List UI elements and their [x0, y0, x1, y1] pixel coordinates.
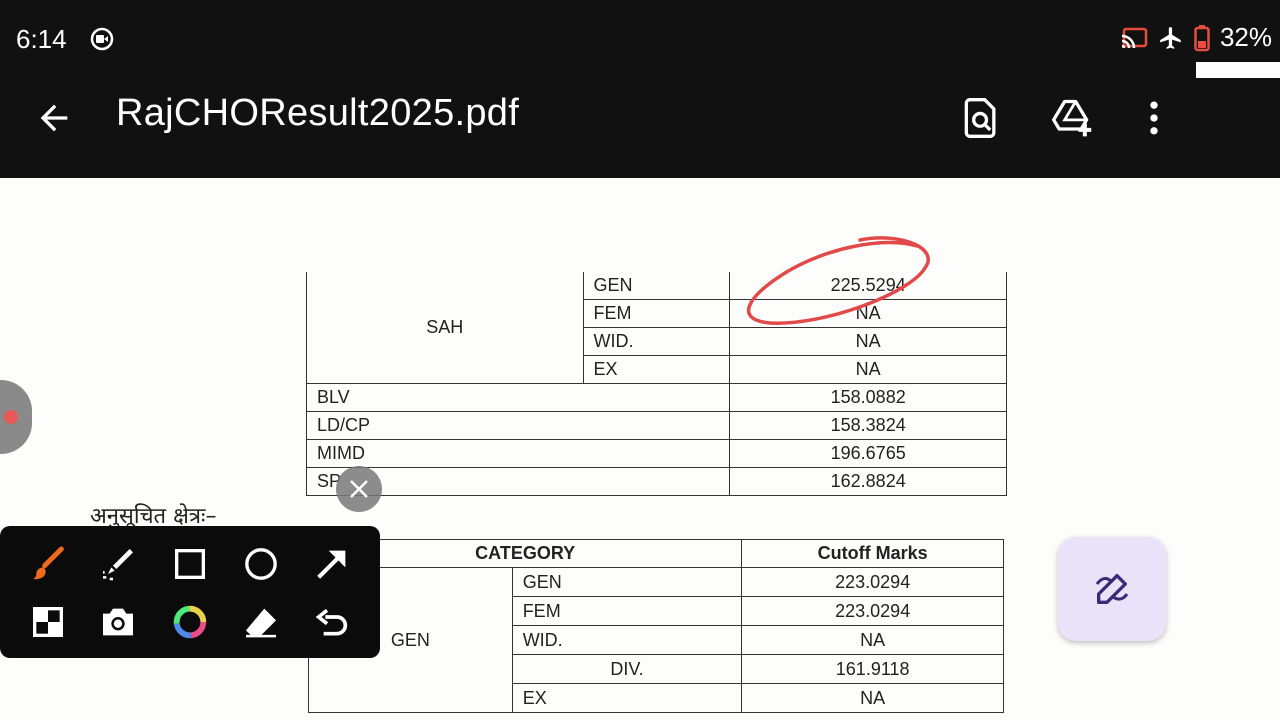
cutoff-cell: 161.9118 — [741, 654, 1004, 684]
category-cell: WID. — [511, 625, 743, 655]
red-circle-annotation — [747, 236, 930, 325]
circle-tool[interactable] — [239, 542, 283, 586]
table-row: GEN GEN 223.0294 — [308, 567, 1004, 713]
document-title: RajCHOResult2025.pdf — [116, 92, 520, 134]
app-bar: RajCHOResult2025.pdf — [0, 78, 1280, 178]
color-wheel-icon — [173, 605, 207, 639]
eraser-tool[interactable] — [239, 600, 283, 644]
camera-icon — [103, 608, 133, 636]
record-dot-icon — [4, 410, 18, 424]
group-label: SAH — [306, 272, 584, 384]
color-picker-tool[interactable] — [168, 600, 212, 644]
category-cell: WID. — [582, 327, 731, 356]
drive-add-icon[interactable] — [1050, 96, 1094, 140]
arrow-icon — [317, 550, 346, 579]
cutoff-cell: NA — [741, 683, 1004, 713]
category-cell: FEM — [582, 299, 731, 328]
category-cell: GEN — [582, 272, 731, 300]
category-cell: EX — [582, 355, 731, 384]
screenshot-tool[interactable] — [96, 600, 140, 644]
mosaic-icon — [33, 607, 63, 637]
category-cell: BLV — [305, 383, 731, 412]
highlighter-icon — [103, 549, 133, 581]
brush-icon — [33, 546, 64, 580]
cutoff-cell: 158.0882 — [729, 383, 1007, 412]
close-toolbar-button[interactable] — [336, 466, 382, 512]
category-cell: LD/CP — [305, 411, 731, 440]
undo-icon — [315, 608, 348, 636]
category-cell: FEM — [511, 596, 743, 626]
mosaic-tool[interactable] — [26, 600, 70, 644]
category-cell: GEN — [511, 567, 743, 597]
highlighter-tool[interactable] — [96, 542, 140, 586]
status-icons: 32% — [1120, 22, 1272, 53]
table-row: BLV 158.0882 — [305, 383, 1007, 412]
screen-record-icon — [90, 27, 114, 51]
annotation-toolbar — [0, 526, 380, 658]
brush-tool[interactable] — [26, 542, 70, 586]
arrow-tool[interactable] — [310, 542, 354, 586]
eraser-icon — [246, 608, 276, 638]
cutoff-table-2: CATEGORY Cutoff Marks GEN GEN 223.0294 F… — [307, 539, 1004, 713]
airplane-mode-icon — [1160, 26, 1181, 49]
table-header-row: CATEGORY Cutoff Marks — [307, 539, 1004, 568]
category-cell: DIV. — [511, 654, 743, 684]
cutoff-cell: NA — [729, 355, 1007, 384]
document-search-icon[interactable] — [959, 96, 1003, 140]
circle-icon — [245, 548, 277, 580]
cutoff-cell: 158.3824 — [729, 411, 1007, 440]
battery-icon — [1194, 24, 1210, 51]
close-icon — [350, 480, 368, 498]
status-time: 6:14 — [16, 24, 67, 54]
pen-edit-icon — [1095, 574, 1129, 604]
arrow-back-icon[interactable] — [34, 98, 74, 138]
more-vert-icon[interactable] — [1132, 96, 1176, 140]
cutoff-cell: 223.0294 — [741, 567, 1004, 597]
cutoff-cell: 162.8824 — [729, 467, 1007, 496]
status-bar: 6:14 32% — [0, 0, 1280, 124]
undo-tool[interactable] — [310, 600, 354, 644]
annotate-fab-button[interactable] — [1058, 537, 1166, 641]
battery-percent: 32% — [1219, 22, 1272, 52]
table-row: MIMD 196.6765 — [305, 439, 1007, 468]
table-row: LD/CP 158.3824 — [305, 411, 1007, 440]
table-row: SP 162.8824 — [305, 467, 1007, 496]
category-cell: MIMD — [305, 439, 731, 468]
rectangle-icon — [175, 549, 205, 579]
cutoff-cell: 196.6765 — [729, 439, 1007, 468]
cutoff-cell: 223.0294 — [741, 596, 1004, 626]
cast-icon — [1121, 27, 1148, 48]
cutoff-cell: NA — [741, 625, 1004, 655]
rectangle-tool[interactable] — [168, 542, 212, 586]
category-cell: EX — [511, 683, 743, 713]
cutoff-header: Cutoff Marks — [741, 539, 1004, 568]
